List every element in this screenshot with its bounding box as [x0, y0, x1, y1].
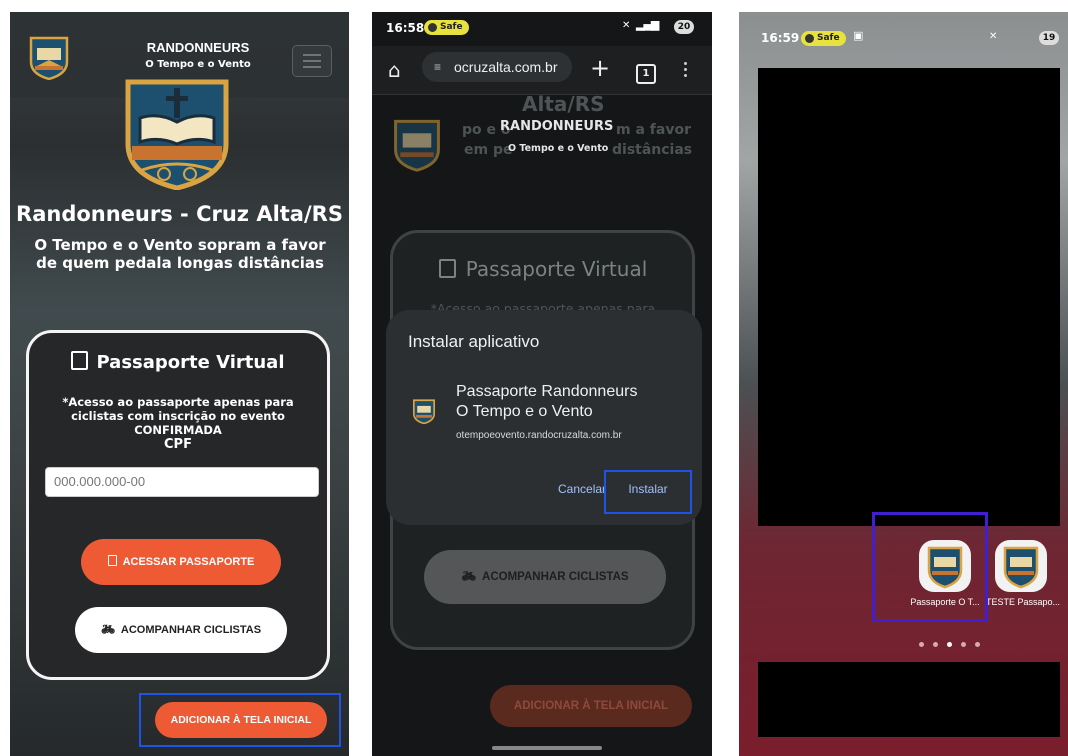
page-indicator[interactable] [919, 632, 989, 651]
hero-subtitle: O Tempo e o Vento sopram a favor de quem… [34, 236, 326, 272]
screen-2-install-dialog: 16:58 Safe ✕ ▂▄▆ 20 ⌂ ≡ ocruzalta.com.br… [372, 12, 712, 756]
access-passport-label: ACESSAR PASSAPORTE [122, 556, 255, 568]
passport-icon [71, 351, 89, 370]
new-tab-icon[interactable]: + [590, 54, 610, 82]
brand: RANDONNEURS O Tempo e o Vento [118, 40, 278, 70]
ghost-follow-label: ACOMPANHAR CICLISTAS [482, 571, 629, 583]
screenshot-icon: ▣ [853, 29, 864, 42]
ghost-right: m a favor [616, 122, 691, 138]
card-note: *Acesso ao passaporte apenas para ciclis… [62, 395, 294, 437]
app-logo-icon [412, 398, 436, 424]
highlight-install [604, 470, 692, 514]
page-dot [961, 642, 966, 647]
highlight-add-to-home [139, 693, 341, 747]
cpf-label: CPF [164, 437, 192, 452]
logo-small-icon[interactable] [28, 34, 70, 80]
signal-icon: ▂▄▆ [636, 18, 659, 31]
dialog-title: Instalar aplicativo [408, 332, 540, 351]
card-title-text: Passaporte Virtual [96, 352, 285, 373]
site-settings-icon[interactable]: ≡ [434, 52, 441, 82]
access-passport-button[interactable]: ACESSAR PASSAPORTE [81, 539, 281, 585]
follow-cyclists-label: ACOMPANHAR CICLISTAS [120, 624, 262, 636]
cancel-button[interactable]: Cancelar [558, 482, 606, 496]
menu-button[interactable] [292, 45, 332, 77]
ghost-follow-cyclists-button: 🚲︎ ACOMPANHAR CICLISTAS [424, 550, 666, 604]
brand-subtitle: O Tempo e o Vento [145, 59, 251, 70]
dialog-app-url: otempoeovento.randocruzalta.com.br [456, 430, 622, 441]
page-dot [919, 642, 924, 647]
hero-title: Randonneurs - Cruz Alta/RS [16, 202, 343, 226]
app-label-teste-passaporte: TESTE Passapo... [985, 597, 1061, 607]
passport-card: Passaporte Virtual *Acesso ao passaporte… [26, 330, 330, 680]
mute-icon: ✕ [622, 20, 631, 31]
status-bar: 16:59 Safe ▣ ✕ 19 [739, 12, 1068, 46]
mute-icon: ✕ [989, 31, 998, 42]
ghost-left-2: em pe [464, 142, 513, 158]
status-time: 16:59 [761, 31, 800, 45]
address-bar[interactable]: ≡ ocruzalta.com.br [422, 52, 572, 82]
ghost-add-to-home-button: ADICIONAR À TELA INICIAL [490, 685, 692, 727]
ghost-card-title: Passaporte Virtual [393, 257, 693, 281]
bicycle-icon: 🚲︎ [461, 571, 477, 583]
app-name-line-1: Passaporte Randonneurs [456, 383, 638, 400]
screen-3-home-screen: 16:59 Safe ▣ ✕ 19 Passaporte O T... TEST… [739, 12, 1068, 756]
safe-badge: Safe [424, 20, 469, 35]
hamburger-icon [303, 54, 321, 56]
page-dot [933, 642, 938, 647]
browser-toolbar: ⌂ ≡ ocruzalta.com.br + 1 [372, 46, 712, 95]
passport-icon [107, 555, 117, 566]
ghost-card-title-text: Passaporte Virtual [465, 257, 648, 281]
safe-badge: Safe [801, 31, 846, 46]
install-app-dialog: Instalar aplicativo Passaporte Randonneu… [386, 310, 702, 525]
ghost-right-2: distâncias [612, 142, 693, 158]
dialog-app-name: Passaporte Randonneurs O Tempo e o Vento [456, 382, 637, 422]
hamburger-line [303, 66, 321, 68]
highlight-new-app-icon [872, 512, 988, 622]
status-bar: 16:58 Safe ✕ ▂▄▆ 20 [372, 12, 712, 42]
home-icon[interactable]: ⌂ [388, 58, 401, 82]
card-title: Passaporte Virtual [29, 351, 327, 373]
logo-large-icon [122, 78, 232, 190]
ghost-brand: RANDONNEURS [500, 119, 614, 134]
bicycle-icon: 🚲︎ [100, 624, 115, 636]
status-time: 16:58 [386, 21, 425, 35]
gesture-nav-bar[interactable] [492, 746, 602, 750]
url-text: ocruzalta.com.br [454, 59, 558, 75]
brand-title: RANDONNEURS [146, 40, 250, 55]
battery-icon: 20 [674, 20, 694, 34]
page-dot-active [947, 642, 952, 647]
ghost-logo-icon [392, 116, 442, 172]
battery-icon: 19 [1039, 31, 1059, 45]
ghost-brand-sub: O Tempo e o Vento [508, 143, 609, 154]
passport-icon [438, 259, 456, 278]
screen-1-website: RANDONNEURS O Tempo e o Vento Randonneur… [10, 12, 349, 756]
tab-switcher-button[interactable]: 1 [636, 64, 656, 84]
redacted-area-top [758, 68, 1060, 526]
follow-cyclists-button[interactable]: 🚲︎ ACOMPANHAR CICLISTAS [75, 607, 287, 653]
app-icon-teste-passaporte[interactable] [995, 540, 1047, 592]
app-logo-icon [1003, 546, 1039, 589]
cpf-input[interactable]: 000.000.000-00 [45, 467, 319, 497]
app-name-line-2: O Tempo e o Vento [456, 403, 593, 420]
ghost-hero-title: Alta/RS [522, 92, 605, 116]
redacted-area-bottom [758, 662, 1060, 737]
more-options-icon[interactable] [684, 62, 688, 80]
hamburger-line [303, 60, 321, 62]
page-dot [975, 642, 980, 647]
